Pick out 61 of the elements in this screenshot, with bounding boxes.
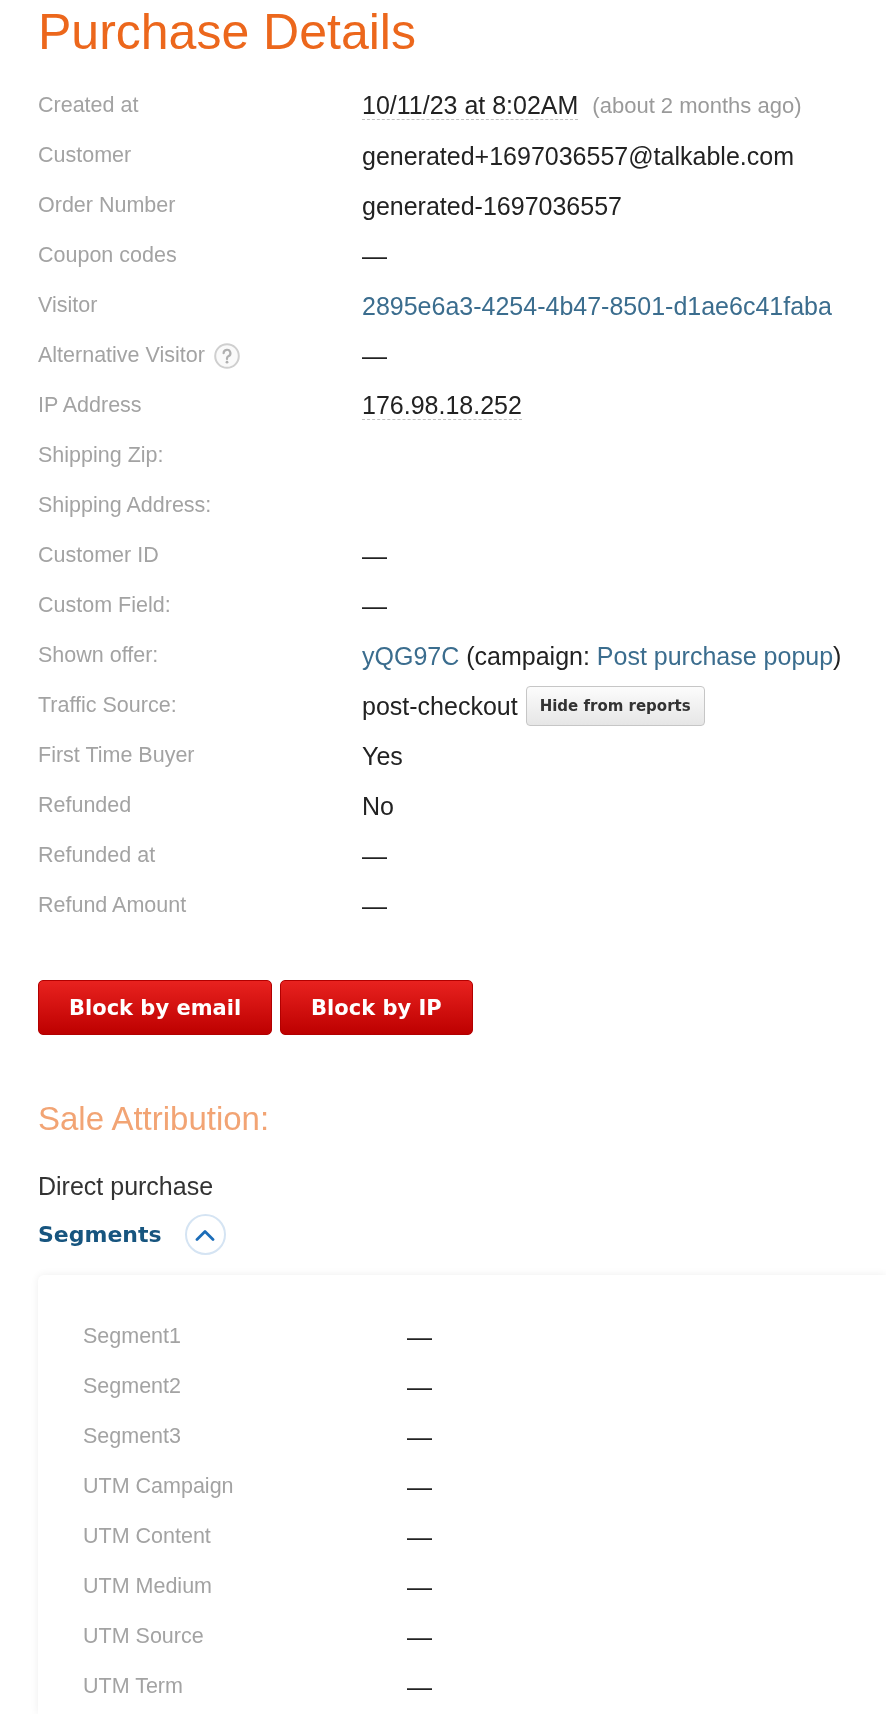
field-value: — — [362, 341, 387, 371]
field-value: — — [407, 1672, 432, 1702]
field-label: UTM Medium — [83, 1574, 212, 1600]
offer-link[interactable]: yQG97C — [362, 642, 460, 670]
field-value: — — [407, 1622, 432, 1652]
field-value: Yes — [362, 741, 403, 771]
field-value: — — [407, 1422, 432, 1452]
field-value: — — [407, 1522, 432, 1552]
field-value: — — [362, 891, 387, 921]
field-label: Refunded at — [38, 843, 156, 869]
field-value: generated+1697036557@talkable.com — [362, 141, 794, 171]
block-button[interactable]: Block by IP — [280, 980, 473, 1035]
field-label: First Time Buyer — [38, 743, 195, 769]
field-label: Created at — [38, 93, 139, 119]
field-label: UTM Term — [83, 1674, 183, 1700]
offer-link[interactable]: Post purchase popup — [596, 642, 834, 670]
field-value: No — [362, 791, 394, 821]
field-value: — — [362, 841, 387, 871]
field-value: — — [362, 591, 387, 621]
field-value: — — [407, 1372, 432, 1402]
field-label: Traffic Source: — [38, 693, 177, 719]
relative-time-note: (about 2 months ago) — [592, 92, 802, 120]
field-label: UTM Source — [83, 1624, 204, 1650]
field-label: UTM Content — [83, 1524, 211, 1550]
field-value: generated-1697036557 — [362, 191, 622, 221]
field-label: Refund Amount — [38, 893, 187, 919]
collapse-toggle-button[interactable] — [184, 1214, 226, 1255]
field-value: 10/11/23 at 8:02AM — [362, 92, 579, 120]
field-value: 176.98.18.252 — [362, 392, 522, 420]
field-label: Shown offer: — [38, 643, 159, 669]
field-label: Shipping Address: — [38, 493, 212, 519]
chevron-up-icon — [195, 1228, 216, 1241]
field-label: Alternative Visitor — [38, 343, 205, 369]
field-label: Customer — [38, 143, 132, 169]
field-label: Custom Field: — [38, 593, 171, 619]
offer-text: yQG97C (campaign: Post purchase popup) — [362, 641, 842, 671]
section-heading: Sale Attribution: — [38, 1100, 271, 1138]
field-label: IP Address — [38, 393, 142, 419]
field-label: Segment1 — [83, 1324, 181, 1350]
field-value: — — [362, 241, 387, 271]
field-label: Refunded — [38, 793, 132, 819]
field-value: — — [407, 1472, 432, 1502]
field-label: Visitor — [38, 293, 98, 319]
field-label: Coupon codes — [38, 243, 177, 269]
help-icon[interactable] — [213, 343, 240, 369]
field-label: Segment2 — [83, 1374, 181, 1400]
block-button[interactable]: Block by email — [38, 980, 273, 1035]
attribution-text: Direct purchase — [38, 1172, 214, 1200]
value-link[interactable]: 2895e6a3-4254-4b47-8501-d1ae6c41faba — [362, 291, 832, 321]
field-value: — — [407, 1322, 432, 1352]
field-label: Customer ID — [38, 543, 159, 569]
hide-button[interactable]: Hide from reports — [525, 686, 705, 726]
field-label: Order Number — [38, 193, 176, 219]
field-label: Shipping Zip: — [38, 443, 164, 469]
page-title: Purchase Details — [38, 3, 417, 61]
segments-heading: Segments — [38, 1222, 162, 1247]
field-label: Segment3 — [83, 1424, 181, 1450]
field-label: UTM Campaign — [83, 1474, 234, 1500]
field-value: — — [362, 541, 387, 571]
field-value: — — [407, 1572, 432, 1602]
field-value: post-checkout — [362, 691, 518, 721]
